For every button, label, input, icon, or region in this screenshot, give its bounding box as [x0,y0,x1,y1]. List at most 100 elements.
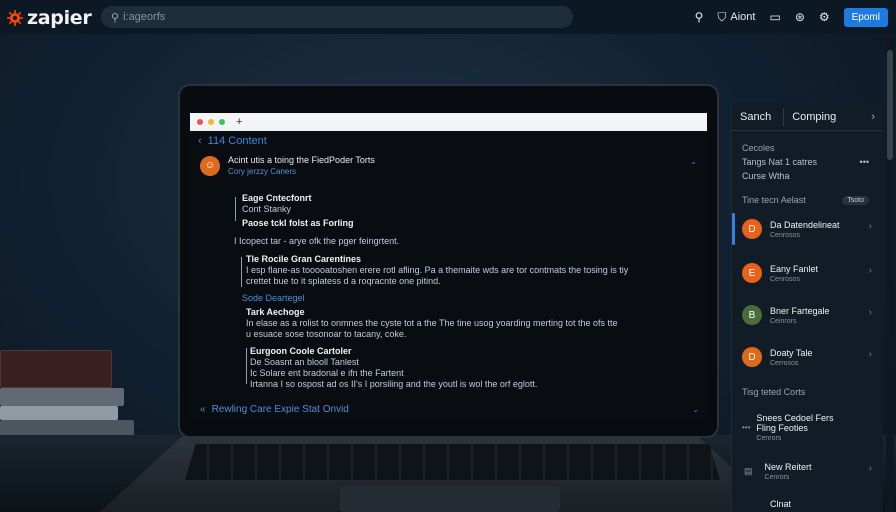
breadcrumb-label: 114 Content [207,135,267,147]
block-line: Ic Solare ent bradonal e ifn the Fartent [250,368,404,378]
chevron-right-icon[interactable]: › [869,349,872,360]
block-line: De Soasnt an blooll Tanlest [250,357,359,367]
item-name: Bner Fartegale [770,305,830,316]
browser-bar: + [190,113,707,131]
zapier-logo-icon [6,9,24,27]
list-item[interactable]: D Doaty Tale Cerrosos › [732,337,884,377]
avatar: B [742,305,762,325]
primary-button[interactable]: Epoml [843,7,888,27]
search-icon[interactable]: ⚲ [695,10,704,24]
tab-comping[interactable]: Comping [784,111,844,123]
back-arrow-icon[interactable]: ‹ [198,135,202,147]
search-bar[interactable]: ⚲ [101,6,573,28]
item-meta: Ceinrors [770,317,797,325]
avatar: E [742,263,762,283]
laptop-keyboard [185,444,720,480]
search-icon: ⚲ [111,11,120,24]
share-icon[interactable]: ⊛ [795,10,805,24]
chevron-right-icon[interactable]: › [871,111,875,123]
laptop-trackpad [340,486,560,512]
account-menu[interactable]: ⛉ Aiont [717,10,755,25]
row-text: Curse Wtha [742,171,790,181]
block-line: Cont Stanky [242,204,292,214]
tab-search[interactable]: Sanch [732,111,779,123]
gear-icon[interactable]: ⚙ [819,10,830,24]
item-name: Eany Fanlet [770,263,819,274]
chevron-down-icon[interactable]: ⌄ [690,157,697,166]
logo-text: zapier [27,7,92,29]
app-logo[interactable]: zapier [6,7,92,29]
section-title: Cecoles [742,143,775,153]
footer-link[interactable]: « Rewling Care Expie Stat Onvid [200,404,349,415]
item-name: New Reitert [764,461,812,472]
block-heading: Tark Aechoge [246,307,305,317]
chevron-right-icon[interactable]: › [869,265,872,276]
item-meta: Cenrors [756,434,782,442]
block-heading: Eage Cntecfonrt [242,193,312,203]
footer-link-label: Rewling Care Expie Stat Onvid [211,404,349,415]
chevron-right-icon[interactable]: › [869,463,872,474]
block-heading: Tle Rocile Gran Carentines [246,254,362,264]
top-actions: ⚲ ⛉ Aiont ▭ ⊛ ⚙ Epoml [695,6,888,28]
avatar: D [742,219,762,239]
list-item[interactable]: E Eany Fanlet Cenrosos › [732,253,884,293]
card-icon[interactable]: ▭ [769,10,780,24]
scrollbar-thumb[interactable] [887,50,893,160]
panel-row[interactable]: Curse Wtha [732,171,883,181]
block-body: Irtanna I so ospost ad os II's I porsili… [250,379,538,389]
list-item[interactable]: B Bner Fartegale Ceinrors › [732,295,884,335]
list-item[interactable]: D Da Datendelineat Cenrosos › [732,209,884,249]
more-icon[interactable]: ••• [860,157,869,167]
top-bar: zapier ⚲ ⚲ ⛉ Aiont ▭ ⊛ ⚙ Epoml [0,0,896,34]
shield-icon: ⛉ [717,9,727,24]
item-name: Clnat [770,498,792,509]
block-body: In elase as a rolist to onmnes the cyste… [246,318,618,328]
item-meta: Cenrosos [770,231,800,239]
avatar: D [742,347,762,367]
item-name: Fling Feoties [756,422,808,433]
search-input[interactable] [123,11,544,23]
block-body: I esp flane-as tooooatoshen erere rotl a… [246,265,629,275]
item-meta: Cenrors [764,473,790,481]
right-panel: Sanch Comping › Cecoles Tangs Nat 1 catr… [731,103,883,512]
panel-row[interactable]: Tangs Nat 1 catres ••• [732,157,883,167]
laptop-screen: + ‹ 114 Content ☺ Acint utis a toing the… [190,113,707,418]
close-dot-icon[interactable] [197,119,203,125]
section-title: Tine tecn Aelast [742,195,806,205]
new-tab-icon[interactable]: + [236,116,242,128]
item-meta: Cerrosos [770,359,799,367]
panel-tabs: Sanch Comping › [732,103,883,131]
more-icon: ••• [742,422,751,432]
scrollbar[interactable] [886,36,894,512]
block-body: I Icopect tar - arye ofk the pger feingr… [234,236,400,246]
chevron-right-icon[interactable]: › [869,221,872,232]
section-link[interactable]: Sode Deartegel [242,293,305,304]
books-decoration [0,340,140,450]
row-text: Tangs Nat 1 catres [742,157,818,167]
item-meta: Cenrosos [770,275,800,283]
list-item[interactable]: ••• Snees Cedoel Fers Fling Feoties Cenr… [732,405,884,449]
card-subtitle: Cory jerzzy Caners [228,167,297,176]
list-item[interactable]: Clnat [732,495,884,512]
section-title: Tisg teted Corts [742,387,806,397]
list-item[interactable]: ▤ New Reitert Cenrors › [732,451,884,491]
card-title: Acint utis a toing the FiedPoder Torts [228,155,375,165]
content-card-header[interactable]: ☺ Acint utis a toing the FiedPoder Torts… [190,151,707,180]
chevron-right-icon[interactable]: › [869,307,872,318]
status-badge[interactable]: Tsoto [842,195,869,205]
item-name: Snees Cedoel Fers [756,412,834,423]
minimize-dot-icon[interactable] [208,119,214,125]
block-line: Paose tckl folst as Forling [242,218,354,228]
avatar: ☺ [200,155,220,176]
block-body: crettet bue to it splatess d a roqracnte… [246,276,441,286]
doc-icon: ▤ [744,465,753,476]
section-header: Tine tecn Aelast Tsoto [732,195,883,205]
chevron-down-icon[interactable]: ⌄ [692,405,699,414]
maximize-dot-icon[interactable] [219,119,225,125]
double-chevron-left-icon: « [200,404,206,415]
block-heading: Eurgoon Coole Cartoler [250,346,352,356]
block-body: u esuace sose tosonoar to tacany, coke. [246,329,407,339]
item-name: Da Datendelineat [770,219,840,230]
breadcrumb[interactable]: ‹ 114 Content [190,131,707,151]
account-label: Aiont [730,11,756,23]
